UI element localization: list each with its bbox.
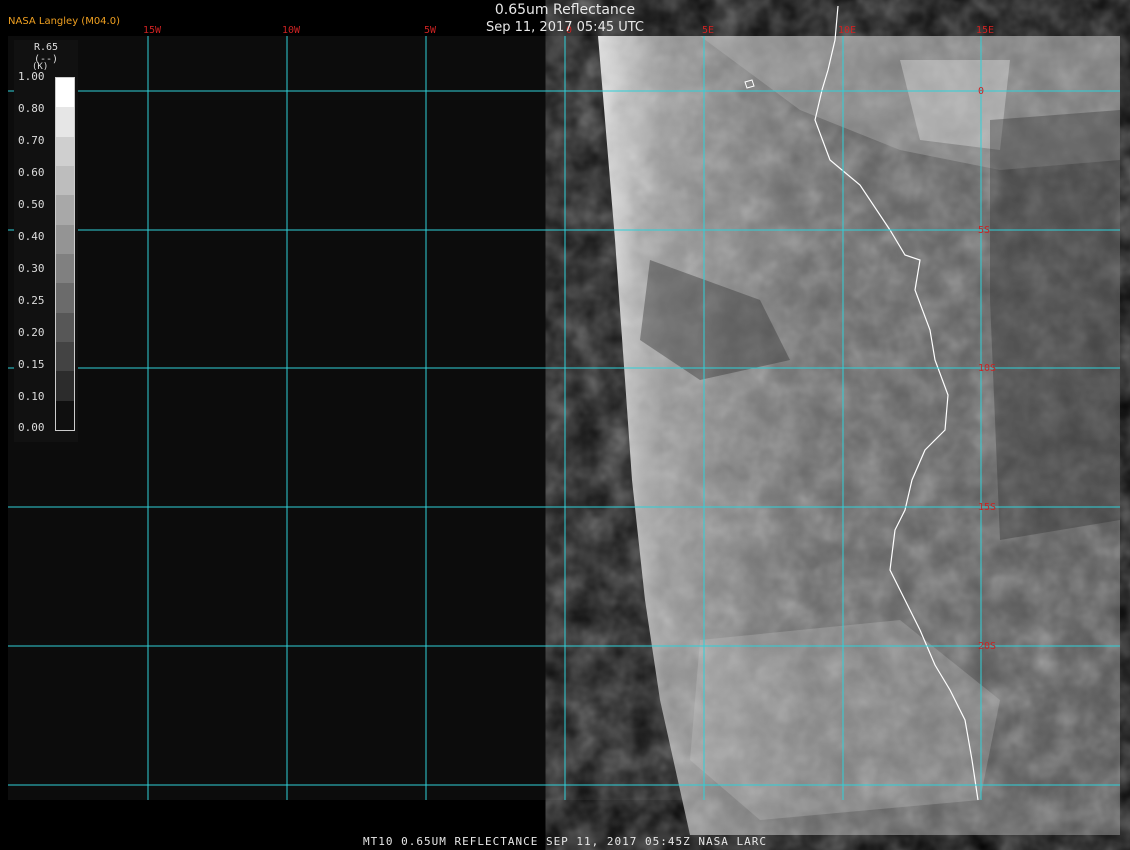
- legend-swatch: [56, 341, 74, 372]
- footer-caption: MT10 0.65UM REFLECTANCE SEP 11, 2017 05:…: [363, 835, 767, 848]
- legend-swatch: [56, 400, 74, 430]
- legend-value: 0.15: [18, 358, 45, 371]
- legend-swatch: [56, 136, 74, 166]
- legend-value: 0.30: [18, 262, 45, 275]
- image-datetime: Sep 11, 2017 05:45 UTC: [485, 20, 645, 35]
- legend-swatch: [56, 224, 74, 254]
- color-legend: R.65 (--) (K) 1.00 0.80 0.70 0.60 0.50 0.40 0.…: [14, 40, 78, 442]
- legend-color-bar: [55, 77, 75, 431]
- latitude-label: 20S: [978, 641, 996, 652]
- legend-swatch: [56, 312, 74, 342]
- legend-swatch: [56, 78, 74, 108]
- legend-swatch: [56, 195, 74, 225]
- latitude-label: 10S: [978, 363, 996, 374]
- latitude-label: 0: [978, 86, 984, 97]
- legend-variable: R.65: [33, 42, 59, 53]
- legend-value: 0.10: [18, 390, 45, 403]
- legend-value: 0.70: [18, 134, 45, 147]
- legend-value: 0.25: [18, 294, 45, 307]
- legend-value: 0.20: [18, 326, 45, 339]
- image-title: 0.65um Reflectance: [494, 2, 636, 18]
- legend-swatch: [56, 371, 74, 401]
- legend-value: 0.40: [18, 230, 45, 243]
- satellite-map: 15W 10W 5W 0 5E 10E 15E05S10S15S20S: [0, 0, 1130, 850]
- legend-swatch: [56, 283, 74, 313]
- legend-value: 0.60: [18, 166, 45, 179]
- legend-value: 0.80: [18, 102, 45, 115]
- legend-swatch: [56, 107, 74, 137]
- legend-value: 0.50: [18, 198, 45, 211]
- legend-swatch: [56, 253, 74, 284]
- legend-value: 0.00: [18, 421, 45, 434]
- latitude-label: 15S: [978, 502, 996, 513]
- latitude-label: 5S: [978, 225, 990, 236]
- satellite-imagery: [598, 36, 1120, 835]
- legend-swatch: [56, 165, 74, 196]
- legend-value: 1.00: [18, 70, 45, 83]
